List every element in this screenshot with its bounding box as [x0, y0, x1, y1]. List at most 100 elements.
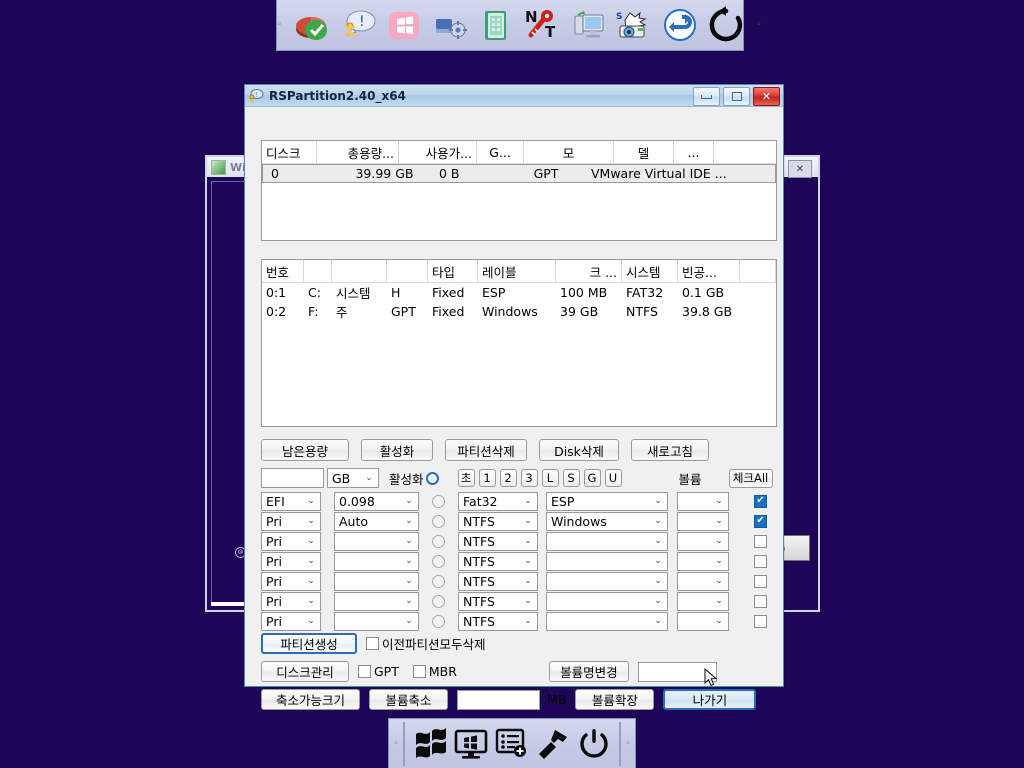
- green-book-icon[interactable]: [476, 5, 516, 45]
- mini-button-2[interactable]: 2: [499, 469, 517, 487]
- row-size-select[interactable]: Auto ⌄: [334, 511, 419, 531]
- row-label-select[interactable]: ⌄: [546, 531, 668, 551]
- part-col-free[interactable]: 빈공...: [678, 260, 740, 282]
- disk-col-extra[interactable]: ...: [674, 141, 714, 163]
- floating-icon-toolbar-top[interactable]: ◦ ! N T S ◦: [276, 0, 762, 51]
- user-runner-icon[interactable]: !: [338, 5, 378, 45]
- toolbar-grip-right[interactable]: ◦: [756, 0, 761, 50]
- windows-logo-icon[interactable]: [412, 726, 448, 762]
- row-fs-select[interactable]: NTFS ⌄: [458, 551, 538, 571]
- background-window-close-button[interactable]: ✕: [788, 160, 812, 178]
- row-type-select[interactable]: Pri ⌄: [261, 591, 321, 611]
- row-active-radio[interactable]: [432, 494, 445, 508]
- extend-volume-button[interactable]: 볼륨확장: [575, 689, 655, 710]
- activate-radio[interactable]: [425, 471, 439, 485]
- create-partition-button[interactable]: 파티션생성: [261, 633, 357, 654]
- disk-col-total[interactable]: 총용량...: [317, 141, 399, 163]
- check-all-button[interactable]: 체크All: [728, 468, 773, 488]
- row-volume-select[interactable]: ⌄: [677, 611, 729, 631]
- exit-button[interactable]: 나가기: [663, 689, 757, 710]
- unit-select[interactable]: GB ⌄: [327, 468, 379, 488]
- mini-button-L[interactable]: L: [541, 469, 559, 487]
- part-col-size[interactable]: 크 ...: [556, 260, 622, 282]
- close-button[interactable]: ✕: [753, 87, 780, 106]
- black-reload-icon[interactable]: [706, 5, 746, 45]
- delete-partition-button[interactable]: 파티션삭제: [445, 439, 527, 461]
- toolbar-grip-left[interactable]: ◦: [277, 0, 282, 50]
- shrink-volume-button[interactable]: 볼륨축소: [369, 689, 448, 710]
- table-row[interactable]: 0:1 C: 시스템 H Fixed ESP 100 MB FAT32 0.1 …: [262, 283, 776, 302]
- part-col-type[interactable]: 타입: [428, 260, 478, 282]
- disk-col-used[interactable]: 사용가...: [399, 141, 477, 163]
- shrinkable-size-button[interactable]: 축소가능크기: [261, 689, 360, 710]
- disk-col-number[interactable]: 디스크: [262, 141, 317, 163]
- mini-button-3[interactable]: 3: [520, 469, 538, 487]
- table-row[interactable]: 0:2 F: 주 GPT Fixed Windows 39 GB NTFS 39…: [262, 302, 776, 321]
- row-type-select[interactable]: Pri ⌄: [261, 611, 321, 631]
- row-active-radio[interactable]: [432, 594, 445, 608]
- minimize-button[interactable]: [693, 87, 720, 106]
- disk-col-model2[interactable]: 델: [614, 141, 674, 163]
- bottom-toolbar-grip-left[interactable]: ◦: [389, 739, 403, 749]
- row-size-select[interactable]: ⌄: [334, 591, 419, 611]
- power-icon[interactable]: [576, 726, 612, 762]
- mini-button-U[interactable]: U: [604, 469, 622, 487]
- part-col-extra[interactable]: [740, 260, 776, 282]
- part-col-drive[interactable]: [304, 260, 332, 282]
- gpt-checkbox[interactable]: [358, 665, 371, 678]
- network-setup-icon[interactable]: [430, 5, 470, 45]
- row-type-select[interactable]: Pri ⌄: [261, 531, 321, 551]
- table-row[interactable]: 0 39.99 GB 0 B GPT VMware Virtual IDE ..…: [262, 164, 776, 183]
- add-list-item-icon[interactable]: [494, 726, 530, 762]
- partition-manager-icon[interactable]: [292, 5, 332, 45]
- blue-refresh-icon[interactable]: [660, 5, 700, 45]
- row-checkbox[interactable]: [754, 594, 767, 608]
- row-fs-select[interactable]: NTFS ⌄: [458, 531, 538, 551]
- row-fs-select[interactable]: NTFS ⌄: [458, 571, 538, 591]
- row-volume-select[interactable]: ⌄: [677, 531, 729, 551]
- maximize-button[interactable]: [723, 87, 750, 106]
- row-size-select[interactable]: ⌄: [334, 551, 419, 571]
- mini-button-G[interactable]: G: [583, 469, 601, 487]
- mini-button-1[interactable]: 1: [478, 469, 496, 487]
- remaining-capacity-button[interactable]: 남은용량: [261, 439, 349, 461]
- row-active-radio[interactable]: [432, 514, 445, 528]
- row-type-select[interactable]: Pri ⌄: [261, 571, 321, 591]
- part-col-label[interactable]: 레이블: [478, 260, 556, 282]
- row-checkbox[interactable]: [754, 554, 767, 568]
- floating-icon-toolbar-bottom[interactable]: ◦ ◦: [388, 718, 636, 768]
- row-checkbox[interactable]: [754, 614, 767, 628]
- disk-manage-button[interactable]: 디스크관리: [261, 661, 349, 682]
- row-type-select[interactable]: Pri ⌄: [261, 551, 321, 571]
- camera-snapshot-icon[interactable]: S: [614, 5, 654, 45]
- row-checkbox[interactable]: [754, 514, 767, 528]
- disk-listview[interactable]: 디스크 총용량... 사용가... G... 모 델 ... 0 39.99 G…: [261, 140, 777, 241]
- row-checkbox[interactable]: [754, 494, 767, 508]
- row-type-select[interactable]: EFI ⌄: [261, 491, 321, 511]
- row-checkbox[interactable]: [754, 534, 767, 548]
- activate-button[interactable]: 활성화: [361, 439, 433, 461]
- row-fs-select[interactable]: Fat32 ⌄: [458, 491, 538, 511]
- row-size-select[interactable]: 0.098 ⌄: [334, 491, 419, 511]
- rename-volume-button[interactable]: 볼륨명변경: [548, 661, 629, 682]
- row-label-select[interactable]: Windows ⌄: [546, 511, 668, 531]
- row-active-radio[interactable]: [432, 534, 445, 548]
- mini-button-cho[interactable]: 초: [457, 469, 475, 487]
- delete-disk-button[interactable]: Disk삭제: [539, 439, 619, 461]
- row-type-select[interactable]: Pri ⌄: [261, 511, 321, 531]
- row-fs-select[interactable]: NTFS ⌄: [458, 611, 538, 631]
- mbr-checkbox[interactable]: [412, 665, 426, 678]
- row-label-select[interactable]: ⌄: [546, 551, 668, 571]
- row-size-select[interactable]: ⌄: [334, 571, 419, 591]
- row-label-select[interactable]: ⌄: [546, 591, 668, 611]
- disk-col-model[interactable]: 모: [524, 141, 614, 163]
- monitor-transfer-icon[interactable]: [568, 5, 608, 45]
- bottom-toolbar-grip-right[interactable]: ◦: [621, 739, 635, 749]
- row-label-select[interactable]: ESP ⌄: [546, 491, 668, 511]
- part-col-fs[interactable]: 시스템: [622, 260, 678, 282]
- row-checkbox[interactable]: [754, 574, 767, 588]
- mini-button-S[interactable]: S: [562, 469, 580, 487]
- row-label-select[interactable]: ⌄: [546, 611, 668, 631]
- disk-col-gpt[interactable]: G...: [477, 141, 524, 163]
- delete-prev-partitions-checkbox[interactable]: [366, 637, 379, 650]
